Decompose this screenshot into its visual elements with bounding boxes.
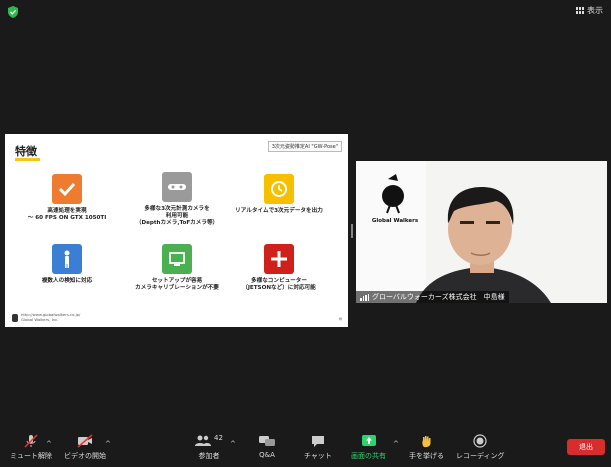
participant-video[interactable]: Global Walkers グローバルウォーカーズ株式会社 中島様 <box>356 161 607 303</box>
slide-title: 特徴 <box>15 145 37 158</box>
feature-caption: リアルタイムで3次元データを出力 <box>235 208 323 214</box>
check-icon <box>52 174 82 204</box>
participants-button[interactable]: 42 参加者 <box>194 434 224 461</box>
chat-button[interactable]: チャット <box>304 434 332 461</box>
feature-multi-person: 複数人の検知に対応 <box>11 244 123 285</box>
monitor-icon <box>162 244 192 274</box>
participants-count: 42 <box>214 434 223 442</box>
meeting-toolbar: ミュート解除 ^ ビデオの開始 ^ 42 参加者 ^ Q&A チャット 画面の共… <box>0 428 611 467</box>
record-button[interactable]: レコーディング <box>456 434 505 461</box>
signal-icon <box>360 293 369 301</box>
start-video-button[interactable]: ビデオの開始 <box>64 434 106 461</box>
participants-icon: 42 <box>194 434 224 448</box>
share-screen-button[interactable]: 画面の共有 <box>351 434 386 461</box>
feature-caption: 多様な3次元計測カメラを 利用可能 （Depthカメラ,ToFカメラ等） <box>135 206 219 226</box>
feature-caption: 複数人の検知に対応 <box>41 278 93 284</box>
split-handle[interactable] <box>351 224 353 238</box>
feature-caption: 高速処理を実現 ～ 60 FPS ON GTX 1050TI <box>27 208 107 221</box>
feature-realtime: リアルタイムで3次元データを出力 <box>223 174 335 215</box>
participant-name: グローバルウォーカーズ株式会社 中島様 <box>372 293 505 301</box>
plus-icon <box>264 244 294 274</box>
shield-icon[interactable] <box>6 5 20 19</box>
microphone-muted-icon <box>24 434 38 448</box>
company-logo-icon <box>12 314 18 322</box>
feature-high-speed: 高速処理を実現 ～ 60 FPS ON GTX 1050TI <box>11 174 123 222</box>
participant-name-bar: グローバルウォーカーズ株式会社 中島様 <box>356 291 509 303</box>
feature-caption: 多様なコンピューター （JETSONなど）に対応可能 <box>242 278 316 291</box>
shared-slide: 特徴 3次元姿勢推定AI "GW-Pose" 高速処理を実現 ～ 60 FPS … <box>5 134 348 327</box>
chat-icon <box>311 436 324 447</box>
feature-caption: セットアップが容易 カメラキャリブレーションが不要 <box>135 278 219 291</box>
video-off-icon <box>77 434 93 448</box>
share-options-caret[interactable]: ^ <box>393 440 399 448</box>
view-button[interactable]: 表示 <box>576 3 603 17</box>
video-options-caret[interactable]: ^ <box>105 440 111 448</box>
record-icon <box>473 434 487 448</box>
video-frame <box>356 161 607 303</box>
raise-hand-button[interactable]: 手を挙げる <box>409 434 444 461</box>
participants-options-caret[interactable]: ^ <box>230 440 236 448</box>
leave-button[interactable]: 退出 <box>567 439 605 455</box>
slide-page-mark: ▤ <box>338 317 342 321</box>
slide-footer: http://www.globalwalkers.co.jp/ Global W… <box>21 312 81 322</box>
qa-button[interactable]: Q&A <box>258 434 276 459</box>
feature-multi-computer: 多様なコンピューター （JETSONなど）に対応可能 <box>223 244 335 292</box>
view-label: 表示 <box>587 5 603 15</box>
slide-tag: 3次元姿勢推定AI "GW-Pose" <box>267 141 342 152</box>
share-screen-icon <box>361 435 376 446</box>
mute-options-caret[interactable]: ^ <box>46 440 52 448</box>
person-icon <box>52 244 82 274</box>
feature-easy-setup: セットアップが容易 カメラキャリブレーションが不要 <box>121 244 233 292</box>
logo-text: Global Walkers <box>371 218 419 224</box>
grid-icon <box>576 6 584 14</box>
feature-cameras: 多様な3次元計測カメラを 利用可能 （Depthカメラ,ToFカメラ等） <box>121 172 233 227</box>
raise-hand-icon <box>421 436 430 448</box>
title-underline <box>15 158 40 161</box>
clock-icon <box>264 174 294 204</box>
camera-icon <box>162 172 192 202</box>
qa-icon <box>259 436 275 446</box>
